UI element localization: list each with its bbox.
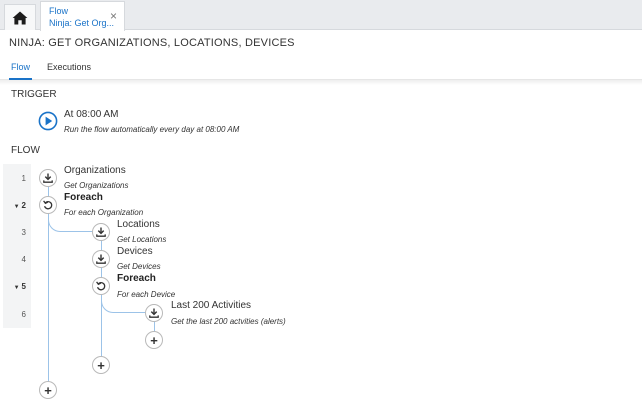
line-number-1: 1 [21,174,26,183]
loop-icon [96,281,106,291]
download-icon [43,173,53,183]
add-step-button-inner-loop[interactable]: + [145,331,163,349]
step-node-locations[interactable] [92,223,110,241]
step-title[interactable]: Locations [117,219,160,230]
trigger-description: Run the flow automatically every day at … [64,125,240,134]
header-shadow [0,80,642,85]
step-title[interactable]: Devices [117,246,153,257]
play-icon[interactable] [38,111,58,131]
view-tabs: Flow Executions [0,58,642,80]
line-number-3: 3 [21,228,26,237]
line-number-4: 4 [21,255,26,264]
step-node-foreach-device[interactable] [92,277,110,295]
tab-bar: Flow Ninja: Get Org... × [0,0,642,31]
line-number-2[interactable]: ▼ 2 [3,201,31,210]
trigger-title[interactable]: At 08:00 AM [64,109,118,120]
loop-icon [43,200,53,210]
caret-down-icon[interactable]: ▼ [14,204,20,210]
step-description: Get Organizations [64,181,129,190]
step-title[interactable]: Foreach [64,192,103,203]
download-icon [96,254,106,264]
trigger-heading: TRIGGER [11,89,57,100]
tab-flow-document[interactable]: Flow Ninja: Get Org... × [40,1,125,31]
add-step-button-flow[interactable]: + [39,381,57,399]
step-description: Get Devices [117,262,161,271]
step-node-last-200-activities[interactable] [145,304,163,322]
flow-heading: FLOW [11,145,40,156]
line-number-5[interactable]: ▼ 5 [3,282,31,291]
caret-down-icon[interactable]: ▼ [14,285,20,291]
step-title[interactable]: Last 200 Activities [171,300,251,311]
step-description: For each Organization [64,208,144,217]
step-description: Get the last 200 actvities (alerts) [171,317,286,326]
step-node-foreach-organization[interactable] [39,196,57,214]
download-icon [149,308,159,318]
tab-subtitle: Ninja: Get Org... [49,18,115,28]
add-step-button-outer-loop[interactable]: + [92,356,110,374]
step-description: For each Device [117,290,176,299]
line-number-gutter: 1 ▼ 2 3 4 ▼ 5 6 [3,164,31,328]
close-icon[interactable]: × [110,10,117,22]
step-node-organizations[interactable] [39,169,57,187]
step-title[interactable]: Foreach [117,273,156,284]
download-icon [96,227,106,237]
step-title[interactable]: Organizations [64,165,126,176]
step-node-devices[interactable] [92,250,110,268]
step-description: Get Locations [117,235,167,244]
home-icon [12,11,28,24]
home-tab[interactable] [4,4,36,30]
tab-executions[interactable]: Executions [47,62,91,72]
tab-title: Flow [49,6,69,16]
line-number-6: 6 [21,310,26,319]
page-title: NINJA: GET ORGANIZATIONS, LOCATIONS, DEV… [9,37,295,49]
tab-flow[interactable]: Flow [11,62,30,72]
